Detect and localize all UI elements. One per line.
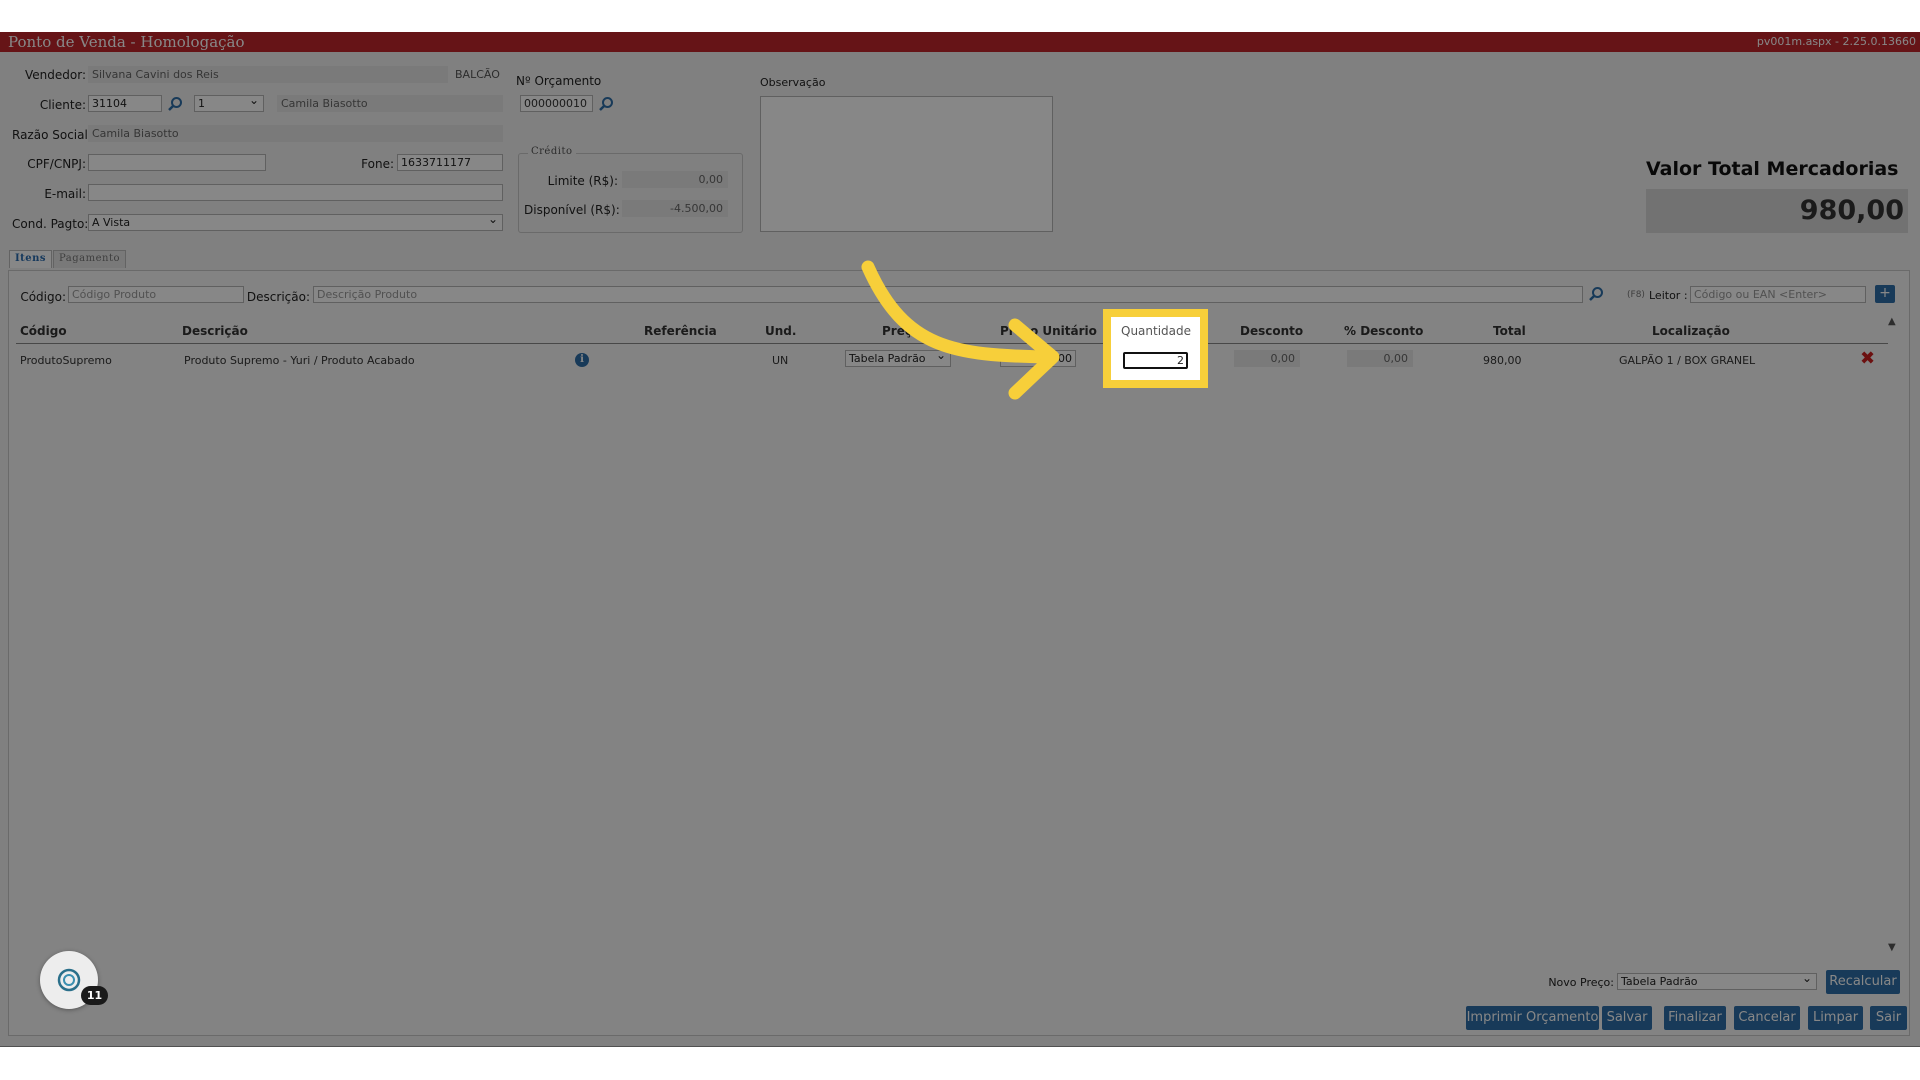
add-item-button[interactable]: + [1875,285,1895,303]
col-pct-desconto: % Desconto [1344,324,1424,338]
version-label: pv001m.aspx - 2.25.0.13660 [1756,35,1916,48]
credito-fieldset [518,153,743,233]
disponivel-field: -4.500,00 [622,200,728,217]
delete-icon[interactable]: ✖ [1860,348,1875,369]
novo-preco-select[interactable]: Tabela Padrão [1617,973,1817,990]
salvar-button[interactable]: Salvar [1602,1006,1652,1030]
tab-pagamento[interactable]: Pagamento [53,250,126,268]
col-referencia: Referência [644,324,717,338]
col-descricao: Descrição [182,324,248,338]
limite-field: 0,00 [622,171,728,188]
sair-button[interactable]: Sair [1870,1006,1907,1030]
tab-itens[interactable]: Itens [9,250,53,268]
email-label: E-mail: [44,187,86,201]
observacao-label: Observação [760,76,826,89]
novo-preco-label: Novo Preço: [1548,976,1614,989]
limpar-button[interactable]: Limpar [1808,1006,1863,1030]
row-codigo: ProdutoSupremo [20,354,112,367]
col-quantidade: Quantidade [1121,324,1192,338]
codigo-input[interactable]: Código Produto [68,286,244,303]
fone-label: Fone: [361,157,394,171]
total-label: Valor Total Mercadorias [1646,158,1899,180]
page: Ponto de Venda - Homologação pv001m.aspx… [0,0,1920,1080]
observacao-textarea[interactable] [760,96,1053,232]
descricao-label: Descrição: [246,290,310,304]
scroll-up-arrow[interactable]: ▲ [1888,316,1896,327]
limite-label: Limite (R$): [547,174,618,188]
search-icon[interactable] [1588,286,1604,302]
row-pct-desconto-field[interactable]: 0,00 [1347,350,1413,367]
orcamento-field: 000000010 [520,95,593,112]
cliente-seq-select[interactable]: 1 [194,95,264,112]
recalcular-button[interactable]: Recalcular [1826,970,1900,994]
row-total: 980,00 [1483,354,1522,367]
window-title: Ponto de Venda - Homologação [8,33,245,51]
orcamento-label: Nº Orçamento [516,74,602,88]
pointer-arrow-icon [861,260,1060,400]
cliente-code-input[interactable]: 31104 [88,95,162,112]
cliente-name-field: Camila Biasotto [277,95,503,112]
col-desconto: Desconto [1240,324,1304,338]
cond-pagto-label: Cond. Pagto: [12,217,89,231]
vendedor-field: Silvana Cavini dos Reis [88,66,448,83]
quantidade-highlight [1103,309,1208,388]
quantidade-input[interactable]: 2 [1123,352,1188,369]
credito-legend: Crédito [528,146,576,157]
col-und: Und. [765,324,797,338]
col-localizacao: Localização [1652,324,1730,338]
total-value: 980,00 [1646,189,1908,233]
assistant-icon [57,968,81,992]
pdv-window: Ponto de Venda - Homologação pv001m.aspx… [0,32,1920,1047]
cond-pagto-select[interactable]: A Vista [88,214,503,231]
row-desconto-field[interactable]: 0,00 [1234,350,1300,367]
balcao-label: BALCÃO [455,68,500,81]
cliente-label: Cliente: [39,98,86,112]
search-icon[interactable] [598,96,614,112]
scroll-down-arrow[interactable]: ▼ [1888,942,1896,953]
codigo-label: Código: [20,290,66,304]
cpf-input[interactable] [88,154,266,171]
imprimir-orcamento-button[interactable]: Imprimir Orçamento [1466,1006,1599,1030]
cancelar-button[interactable]: Cancelar [1734,1006,1800,1030]
email-input[interactable] [88,184,503,201]
row-und: UN [772,354,789,367]
disponivel-label: Disponível (R$): [524,203,620,217]
col-total: Total [1493,324,1526,338]
row-descricao: Produto Supremo - Yuri / Produto Acabado [184,354,415,367]
f8-hint: (F8) [1627,290,1645,300]
razao-social-label: Razão Social: [12,128,92,142]
info-icon[interactable]: i [575,353,589,367]
title-bar: Ponto de Venda - Homologação pv001m.aspx… [0,32,1920,52]
vendedor-label: Vendedor: [25,68,86,82]
leitor-label: Leitor : [1649,289,1688,302]
razao-social-field: Camila Biasotto [88,125,503,142]
cpf-label: CPF/CNPJ: [27,157,86,171]
fone-input[interactable]: 1633711177 [397,154,503,171]
search-icon[interactable] [167,96,183,112]
finalizar-button[interactable]: Finalizar [1664,1006,1726,1030]
notification-badge: 11 [81,986,108,1005]
leitor-input[interactable]: Código ou EAN <Enter> [1690,286,1866,303]
col-codigo: Código [20,324,67,338]
row-localizacao: GALPÃO 1 / BOX GRANEL [1619,354,1756,367]
